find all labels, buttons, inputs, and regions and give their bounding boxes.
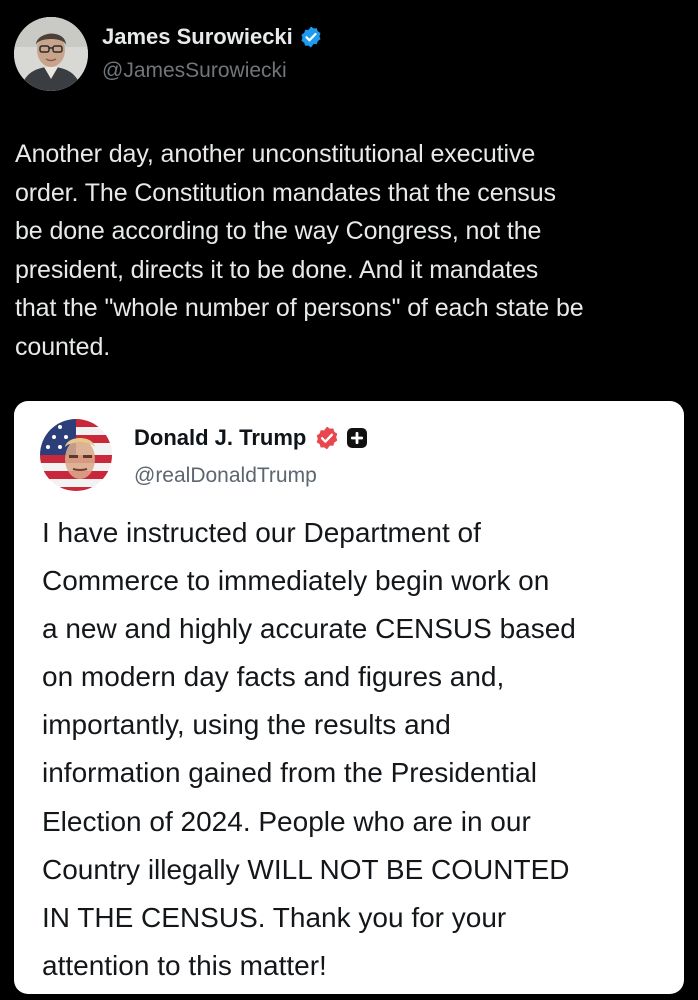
author-name[interactable]: James Surowiecki xyxy=(102,24,323,50)
quoted-text-line: attention to this matter! xyxy=(42,949,327,981)
tweet-text-line: president, directs it to be done. And it… xyxy=(15,255,539,284)
tweet[interactable]: James Surowiecki @JamesSurowiecki Anothe… xyxy=(0,0,698,1000)
quoted-author-name-text: Donald J. Trump xyxy=(134,425,307,450)
tweet-text: Another day, another unconstitutional ex… xyxy=(15,135,685,367)
quoted-text-line: information gained from the Presidential xyxy=(42,757,537,789)
quoted-text-line: IN THE CENSUS. Thank you for your xyxy=(42,901,507,933)
quoted-text-line: Country illegally WILL NOT BE COUNTED xyxy=(42,853,570,885)
quoted-post-card[interactable]: Donald J. Trump @realDonaldTrump I have … xyxy=(14,401,684,994)
tweet-text-line: be done according to the way Congress, n… xyxy=(15,217,542,246)
quoted-post-text: I have instructed our Department of Comm… xyxy=(42,509,672,990)
quoted-author-avatar-image xyxy=(40,419,112,491)
tweet-text-line: counted. xyxy=(15,332,111,361)
author-avatar[interactable] xyxy=(14,17,88,91)
quoted-text-line: I have instructed our Department of xyxy=(42,517,481,548)
verified-badge-icon xyxy=(301,26,321,48)
author-avatar-image xyxy=(14,17,88,91)
quoted-author-name[interactable]: Donald J. Trump xyxy=(134,425,368,451)
tweet-text-line: that the "whole number of persons" of ea… xyxy=(15,294,584,323)
verified-badge-icon xyxy=(317,426,338,450)
quoted-text-line: Election of 2024. People who are in our xyxy=(42,805,531,837)
tweet-text-line: order. The Constitution mandates that th… xyxy=(15,178,556,207)
plus-badge-icon xyxy=(347,428,368,448)
quoted-author-handle[interactable]: @realDonaldTrump xyxy=(134,464,317,488)
quoted-text-line: a new and highly accurate CENSUS based xyxy=(42,613,576,645)
quoted-text-line: importantly, using the results and xyxy=(42,709,451,741)
quoted-author-avatar[interactable] xyxy=(40,419,112,491)
quoted-text-line: on modern day facts and figures and, xyxy=(42,661,505,693)
tweet-text-line: Another day, another unconstitutional ex… xyxy=(15,140,536,168)
quoted-text-line: Commerce to immediately begin work on xyxy=(42,565,550,597)
author-name-text: James Surowiecki xyxy=(102,24,293,49)
author-handle[interactable]: @JamesSurowiecki xyxy=(102,59,287,83)
